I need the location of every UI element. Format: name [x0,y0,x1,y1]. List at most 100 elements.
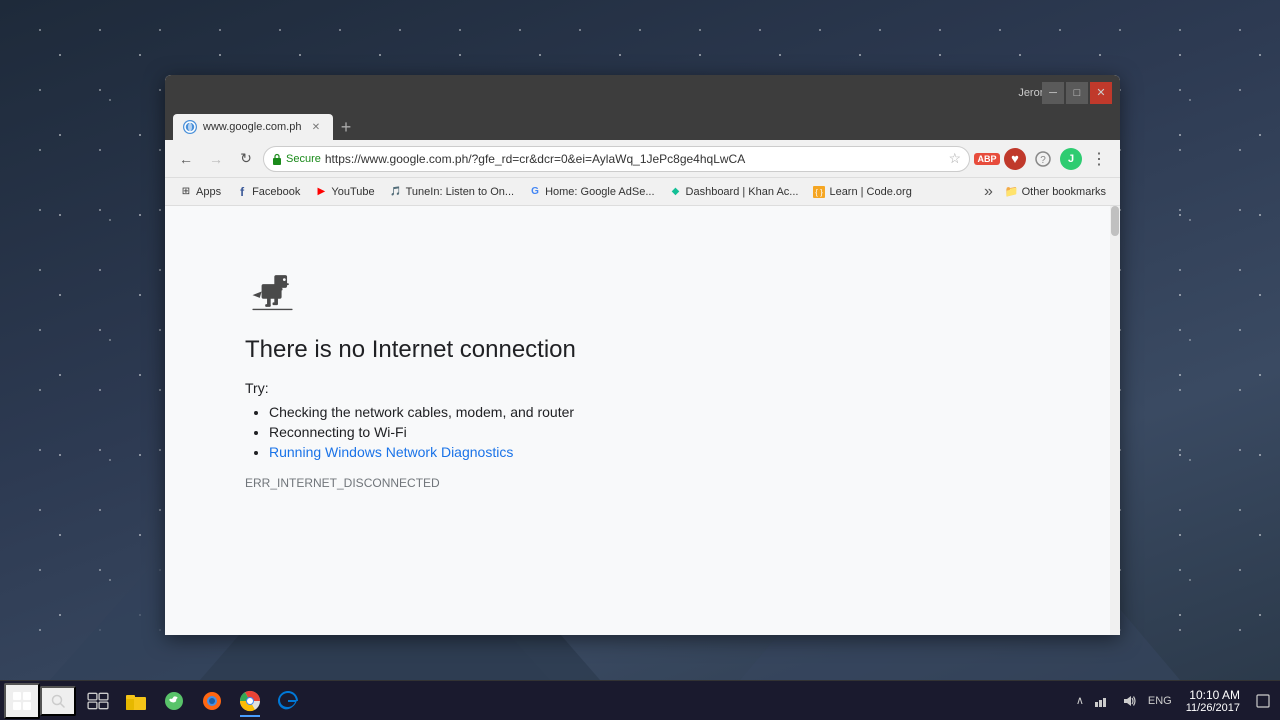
taskbar-right: ∧ ENG [1074,688,1276,714]
scrollbar[interactable] [1110,206,1120,635]
title-bar: Jerome ─ □ ✕ [165,75,1120,110]
error-code: ERR_INTERNET_DISCONNECTED [245,476,785,490]
bookmark-star-icon[interactable]: ☆ [948,150,961,167]
svg-text:?: ? [1040,155,1046,166]
bookmark-khan-label: Dashboard | Khan Ac... [686,186,799,198]
heart-icon: ♥ [1004,148,1026,170]
bookmark-facebook[interactable]: f Facebook [229,183,306,201]
dino-icon [245,266,300,316]
network-diagnostics-link[interactable]: Running Windows Network Diagnostics [269,444,513,460]
bookmark-tunein[interactable]: 🎵 TuneIn: Listen to On... [383,183,520,201]
search-button[interactable] [40,686,76,716]
clock-area[interactable]: 10:10 AM 11/26/2017 [1180,688,1246,714]
window-controls: ─ □ ✕ [1042,82,1112,104]
taskbar-apps [80,683,306,719]
error-suggestion-3[interactable]: Running Windows Network Diagnostics [269,444,785,460]
abp-button[interactable]: ABP [974,146,1000,172]
clock-date: 11/26/2017 [1186,702,1240,714]
scrollbar-thumb[interactable] [1111,206,1119,236]
tray-expand-icon[interactable]: ∧ [1074,694,1086,707]
bookmark-apps[interactable]: ⊞ Apps [173,183,227,201]
bookmarks-bar: ⊞ Apps f Facebook ▶ YouTube 🎵 TuneIn: Li… [165,178,1120,206]
bookmarks-more-button[interactable]: » [980,181,997,203]
bookmark-google-ads-label: Home: Google AdSe... [545,186,654,198]
network-icon[interactable] [1088,688,1114,714]
youtube-icon: ▶ [314,185,328,199]
error-title: There is no Internet connection [245,336,785,364]
facebook-icon: f [235,185,249,199]
minimize-button[interactable]: ─ [1042,82,1064,104]
firefox-icon [201,690,223,712]
browser-window: Jerome ─ □ ✕ www.google.com.ph ✕ + ← → ↻ [165,75,1120,635]
notification-button[interactable] [1250,688,1276,714]
abp-badge: ABP [974,153,999,165]
tab-close-button[interactable]: ✕ [309,120,323,134]
bookmark-youtube-label: YouTube [331,186,374,198]
taskbar: ∧ ENG [0,680,1280,720]
other-bookmarks-icon: 📁 [1005,185,1019,198]
forward-button[interactable]: → [203,146,229,172]
active-tab[interactable]: www.google.com.ph ✕ [173,114,333,140]
bookmark-khan[interactable]: ◆ Dashboard | Khan Ac... [663,183,805,201]
bookmark-codeorg[interactable]: { } Learn | Code.org [806,183,917,201]
windows-logo-icon [13,692,31,710]
extension-button[interactable]: ? [1030,146,1056,172]
network-status-icon [1094,694,1108,708]
google-ads-icon: G [528,185,542,199]
apps-icon: ⊞ [179,185,193,199]
edge-icon [277,690,299,712]
codeorg-icon: { } [812,185,826,199]
error-suggestion-2: Reconnecting to Wi-Fi [269,424,785,440]
error-try-label: Try: [245,380,785,396]
new-tab-button[interactable]: + [333,114,359,140]
svg-text:{ }: { } [816,188,824,197]
maximize-button[interactable]: □ [1066,82,1088,104]
chrome-icon [239,690,261,712]
system-tray: ∧ ENG [1074,688,1176,714]
address-bar[interactable]: Secure https://www.google.com.ph/?gfe_rd… [263,146,970,172]
reload-button[interactable]: ↻ [233,146,259,172]
back-button[interactable]: ← [173,146,199,172]
taskbar-app-browser2[interactable] [194,683,230,719]
task-view-icon [87,690,109,712]
error-suggestion-1: Checking the network cables, modem, and … [269,404,785,420]
taskbar-app-task-view[interactable] [80,683,116,719]
close-button[interactable]: ✕ [1090,82,1112,104]
volume-status-icon [1122,694,1136,708]
toolbar-icons: ABP ♥ ? J ⋮ [974,146,1112,172]
khan-icon: ◆ [669,185,683,199]
notification-icon [1256,694,1270,708]
error-container: There is no Internet connection Try: Che… [165,206,865,550]
page-content[interactable]: There is no Internet connection Try: Che… [165,206,1120,635]
bookmark-tunein-label: TuneIn: Listen to On... [406,186,514,198]
tunein-icon: 🎵 [389,185,403,199]
file-explorer-icon [125,690,147,712]
bookmark-youtube[interactable]: ▶ YouTube [308,183,380,201]
toolbar: ← → ↻ Secure https://www.google.com.ph/?… [165,140,1120,178]
phone-icon [163,690,185,712]
menu-button[interactable]: ⋮ [1086,146,1112,172]
search-icon [51,694,65,708]
desktop: Jerome ─ □ ✕ www.google.com.ph ✕ + ← → ↻ [0,0,1280,720]
taskbar-app-chrome[interactable] [232,683,268,719]
bookmark-facebook-label: Facebook [252,186,300,198]
taskbar-app-phone[interactable] [156,683,192,719]
start-button[interactable] [4,683,40,719]
other-bookmarks-label: Other bookmarks [1022,186,1106,198]
language-indicator[interactable]: ENG [1144,695,1176,707]
bookmark-apps-label: Apps [196,186,221,198]
heart-button[interactable]: ♥ [1002,146,1028,172]
avatar-icon: J [1060,148,1082,170]
clock-time: 10:10 AM [1189,688,1240,702]
bookmark-codeorg-label: Learn | Code.org [829,186,911,198]
bookmark-google-ads[interactable]: G Home: Google AdSe... [522,183,660,201]
taskbar-app-edge[interactable] [270,683,306,719]
taskbar-app-file-explorer[interactable] [118,683,154,719]
secure-label: Secure [286,153,321,165]
other-bookmarks[interactable]: 📁 Other bookmarks [999,183,1112,200]
avatar-button[interactable]: J [1058,146,1084,172]
tab-title: www.google.com.ph [203,121,303,133]
tab-bar: www.google.com.ph ✕ + [165,110,1120,140]
volume-icon[interactable] [1116,688,1142,714]
secure-icon [272,153,282,165]
